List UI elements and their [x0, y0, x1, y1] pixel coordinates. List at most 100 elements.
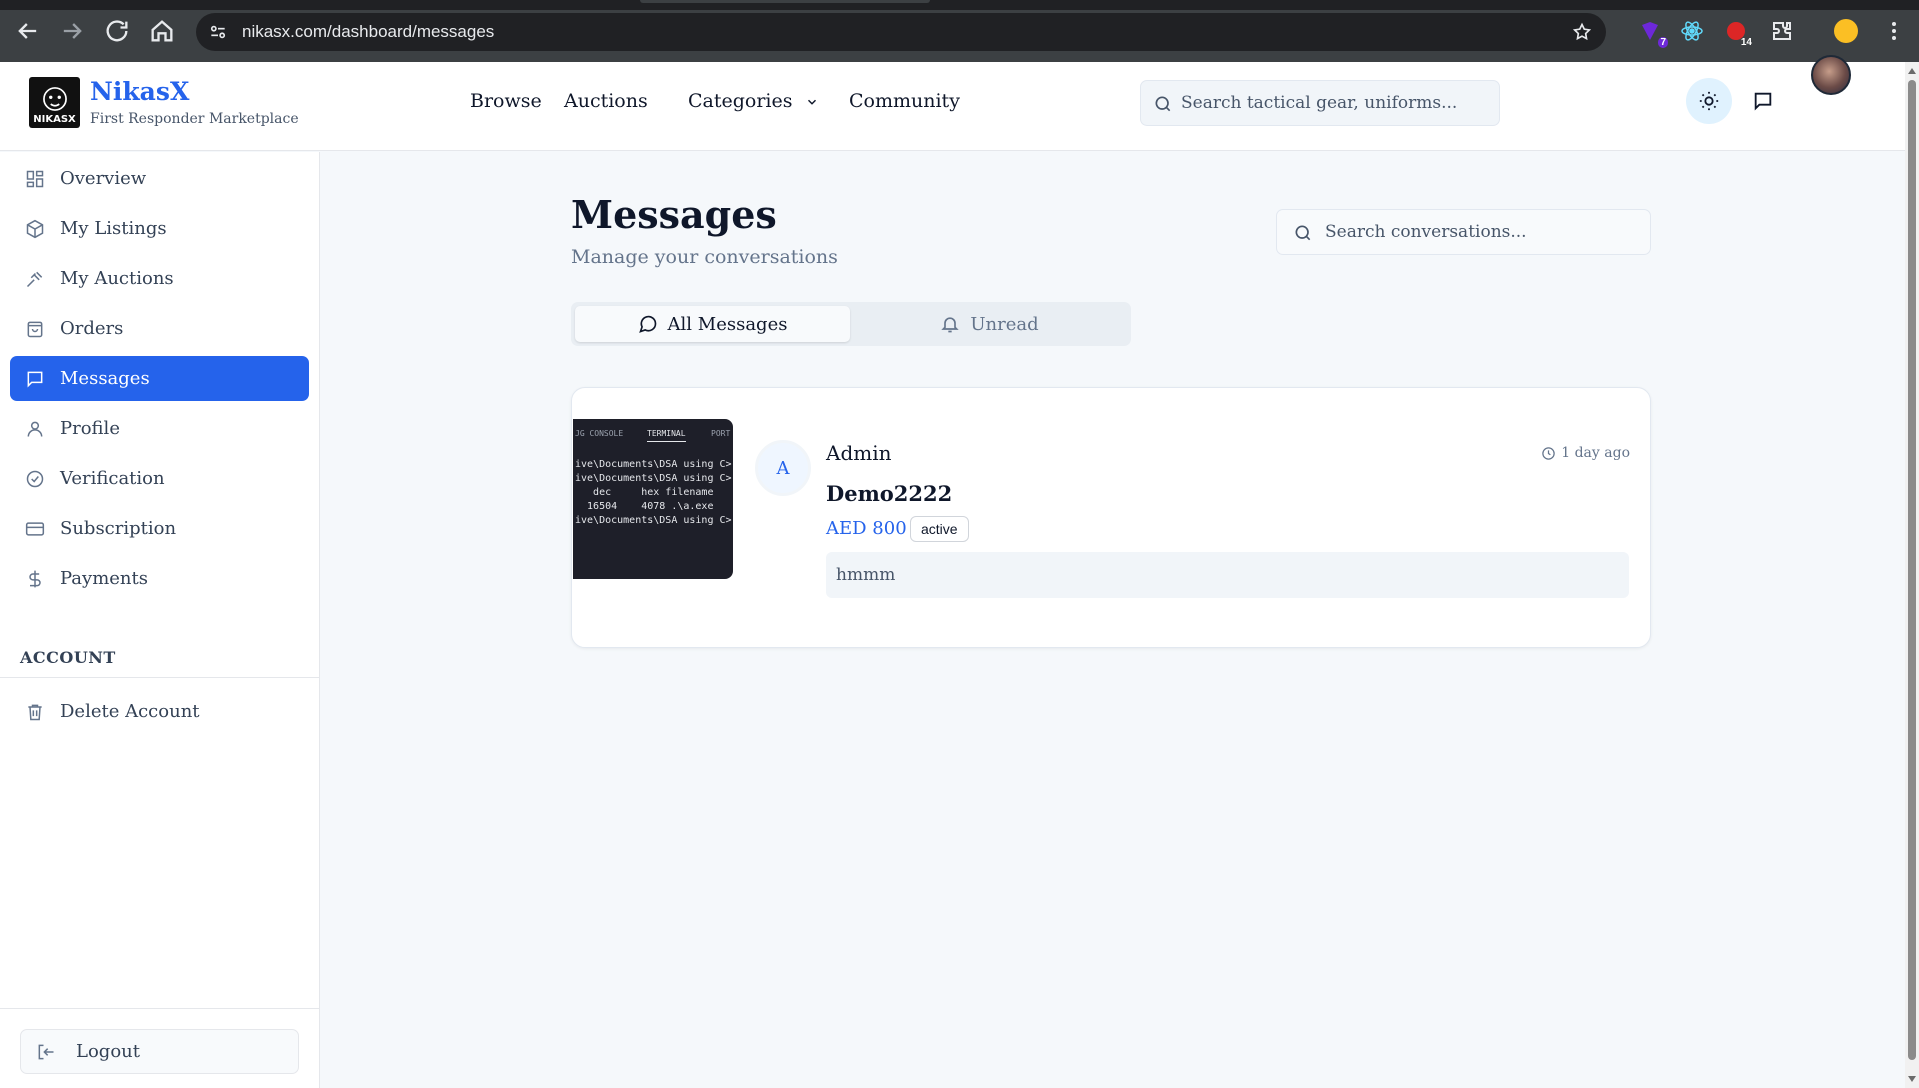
logout-label: Logout: [76, 1041, 140, 1062]
url-text[interactable]: nikasx.com/dashboard/messages: [242, 22, 494, 42]
thumbnail-tab: TERMINAL: [647, 429, 686, 442]
browser-tab-edge: [640, 0, 930, 3]
sidebar-divider: [0, 1008, 320, 1009]
global-search[interactable]: [1140, 80, 1500, 126]
sidebar-item-subscription[interactable]: Subscription: [10, 506, 309, 551]
scroll-up-arrow[interactable]: [1908, 68, 1916, 74]
user-icon: [25, 419, 45, 439]
sidebar-item-label: Subscription: [60, 518, 177, 539]
conversation-search[interactable]: [1276, 209, 1651, 255]
thumbnail-line: ive\Documents\DSA using C>: [575, 459, 732, 470]
grid-icon: [25, 169, 45, 189]
home-icon[interactable]: [148, 17, 176, 45]
extension-red-icon[interactable]: 14: [1724, 19, 1754, 48]
extension-badge: 7: [1658, 37, 1668, 48]
page-subtitle: Manage your conversations: [571, 246, 838, 268]
sidebar-item-profile[interactable]: Profile: [10, 406, 309, 451]
logout-icon: [36, 1042, 56, 1062]
logo-text: NIKASX: [33, 114, 76, 125]
tab-label: All Messages: [667, 313, 788, 335]
site-settings-icon[interactable]: [208, 22, 228, 42]
sidebar-item-payments[interactable]: Payments: [10, 556, 309, 601]
sidebar-item-label: My Auctions: [60, 268, 174, 289]
extension-badge: 14: [1738, 37, 1754, 48]
nav-categories[interactable]: Categories: [688, 90, 819, 112]
nav-categories-label: Categories: [688, 90, 793, 112]
conversation-search-input[interactable]: [1325, 218, 1640, 246]
nav-community[interactable]: Community: [849, 90, 960, 112]
forward-icon[interactable]: [58, 17, 86, 45]
sidebar-item-verification[interactable]: Verification: [10, 456, 309, 501]
thumbnail-line: ive\Documents\DSA using C>: [575, 473, 732, 484]
tab-all-messages[interactable]: All Messages: [575, 306, 850, 342]
profile-avatar-icon[interactable]: [1834, 19, 1858, 43]
conversation-card[interactable]: JG CONSOLE TERMINAL PORT ive\Documents\D…: [571, 387, 1651, 648]
listing-thumbnail: JG CONSOLE TERMINAL PORT ive\Documents\D…: [573, 419, 733, 579]
search-icon: [1293, 223, 1313, 243]
sidebar-item-label: Overview: [60, 168, 147, 189]
address-bar[interactable]: nikasx.com/dashboard/messages: [196, 13, 1606, 51]
listing-price: AED 800: [826, 518, 907, 539]
sidebar-item-label: My Listings: [60, 218, 167, 239]
listing-title: Demo2222: [826, 481, 953, 506]
tab-label: Unread: [970, 313, 1039, 335]
sidebar-item-my-listings[interactable]: My Listings: [10, 206, 309, 251]
scroll-down-arrow[interactable]: [1908, 1076, 1916, 1082]
sidebar-item-label: Payments: [60, 568, 148, 589]
gavel-icon: [25, 269, 45, 289]
browser-tabstrip: [0, 0, 1919, 10]
theme-toggle-button[interactable]: [1686, 78, 1732, 124]
brand-logo[interactable]: NIKASX: [29, 77, 80, 128]
delete-account-label: Delete Account: [60, 701, 200, 722]
sidebar-item-label: Profile: [60, 418, 120, 439]
message-time: 1 day ago: [1541, 445, 1630, 461]
messages-button[interactable]: [1746, 84, 1780, 118]
message-time-label: 1 day ago: [1561, 445, 1630, 461]
delete-account-button[interactable]: Delete Account: [10, 689, 309, 734]
sidebar-item-label: Verification: [60, 468, 165, 489]
shopping-bag-icon: [25, 319, 45, 339]
chevron-down-icon: [805, 95, 819, 109]
sidebar-section-account: ACCOUNT: [20, 648, 116, 667]
back-icon[interactable]: [14, 17, 42, 45]
page-scrollbar[interactable]: [1905, 62, 1919, 1088]
status-badge: active: [910, 516, 969, 542]
browser-chrome: nikasx.com/dashboard/messages 7 14: [0, 0, 1919, 62]
sidebar-item-messages[interactable]: Messages: [10, 356, 309, 401]
extensions-puzzle-icon[interactable]: [1770, 19, 1794, 43]
message-tabs: All Messages Unread: [571, 302, 1131, 346]
message-square-icon: [1752, 90, 1774, 112]
user-avatar[interactable]: [1811, 55, 1851, 95]
extension-shield-icon[interactable]: 7: [1638, 19, 1668, 48]
thumbnail-line: 16504 4078 .\a.exe: [575, 501, 714, 512]
nav-browse[interactable]: Browse: [470, 90, 542, 112]
credit-card-icon: [25, 519, 45, 539]
last-message-preview: hmmm: [826, 552, 1629, 598]
logout-button[interactable]: Logout: [20, 1029, 299, 1074]
thumbnail-tab: JG CONSOLE: [575, 429, 624, 438]
react-devtools-icon[interactable]: [1680, 19, 1704, 43]
sidebar-item-orders[interactable]: Orders: [10, 306, 309, 351]
thumbnail-line: ive\Documents\DSA using C>: [575, 515, 732, 526]
browser-menu-icon[interactable]: [1882, 19, 1906, 43]
check-circle-icon: [25, 469, 45, 489]
message-circle-icon: [638, 314, 658, 334]
trash-icon: [25, 702, 45, 722]
brand-name[interactable]: NikasX: [90, 77, 189, 106]
sidebar-item-label: Orders: [60, 318, 124, 339]
global-search-input[interactable]: [1181, 89, 1491, 117]
dashboard-sidebar: Overview My Listings My Auctions Orders …: [0, 152, 320, 1088]
sidebar-item-label: Messages: [60, 368, 150, 389]
scrollbar-thumb[interactable]: [1908, 80, 1916, 1060]
app-header: NIKASX NikasX First Responder Marketplac…: [0, 62, 1905, 151]
nav-auctions[interactable]: Auctions: [564, 90, 648, 112]
reload-icon[interactable]: [103, 17, 131, 45]
sidebar-item-my-auctions[interactable]: My Auctions: [10, 256, 309, 301]
bookmark-star-icon[interactable]: [1572, 22, 1592, 42]
message-square-icon: [25, 369, 45, 389]
thumbnail-line: dec hex filename: [575, 487, 714, 498]
sidebar-item-overview[interactable]: Overview: [10, 156, 309, 201]
dollar-icon: [25, 569, 45, 589]
tab-unread[interactable]: Unread: [852, 306, 1127, 342]
clock-icon: [1541, 446, 1556, 461]
